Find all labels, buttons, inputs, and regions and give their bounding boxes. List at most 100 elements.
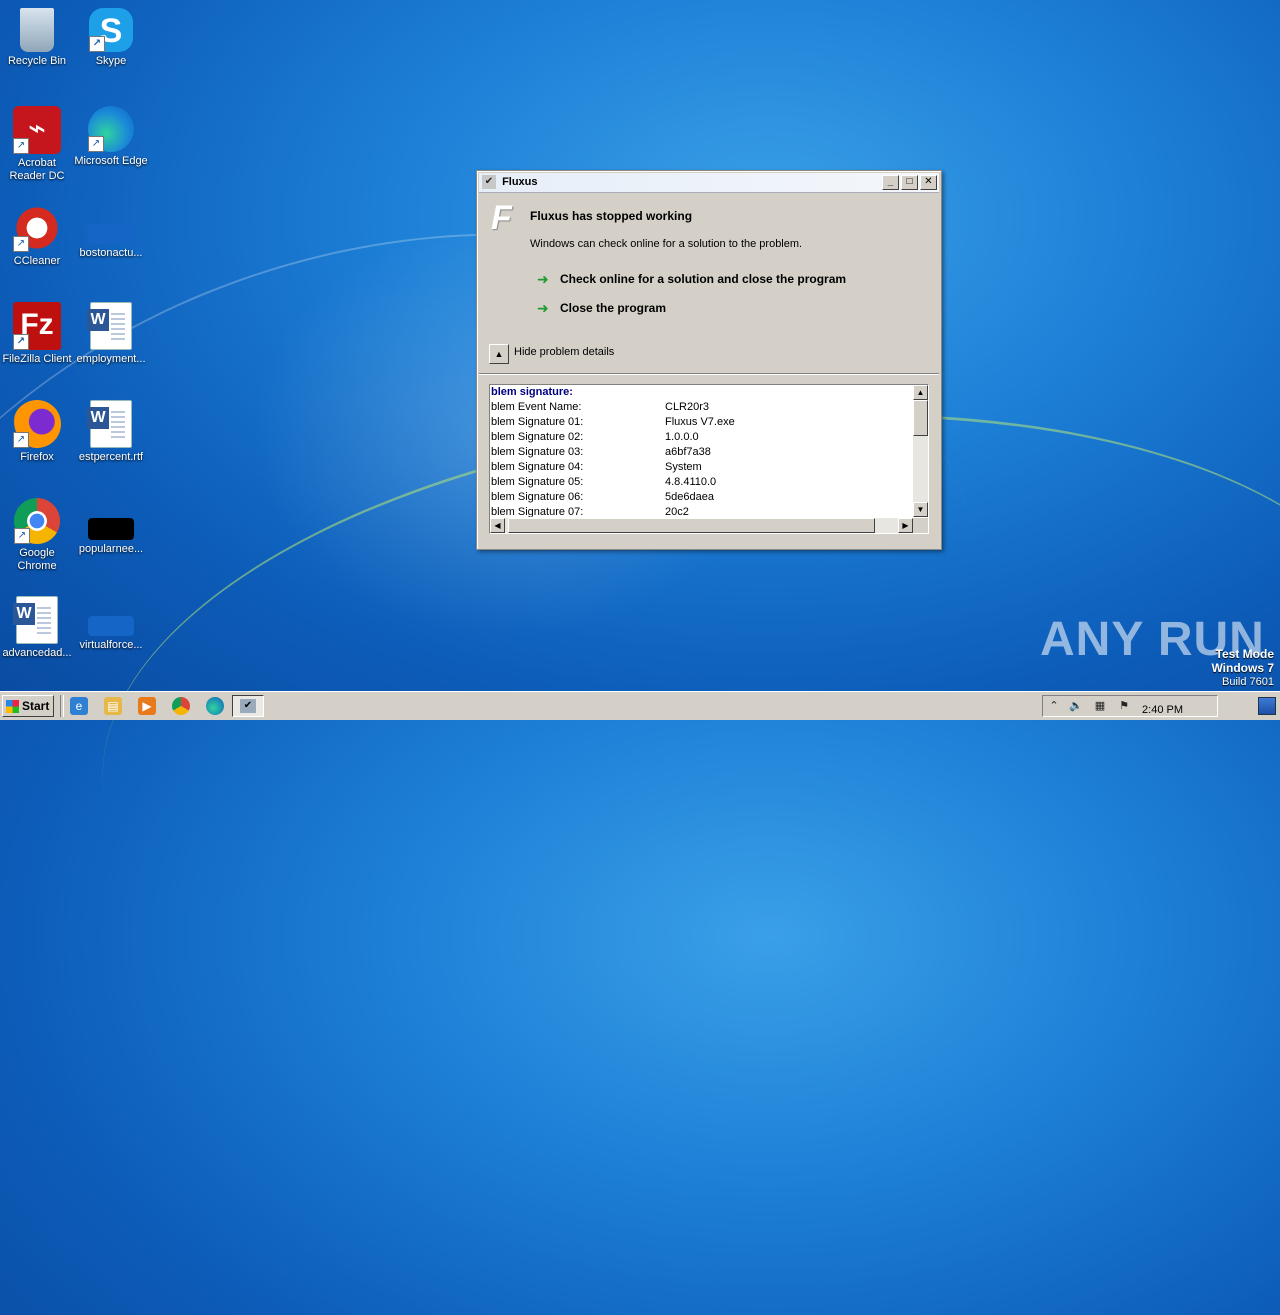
desktop-icon-acrobat[interactable]: ⌁ ↗ Acrobat Reader DC [0, 106, 74, 183]
green-arrow-icon: ➜ [537, 300, 549, 316]
desktop-icon-label: Google Chrome [17, 547, 57, 572]
chrome-icon: ↗ [14, 498, 60, 544]
desktop-icon-filezilla[interactable]: Fz ↗ FileZilla Client [0, 302, 74, 366]
desktop-icon-label: Skype [95, 55, 127, 67]
vertical-scrollbar[interactable]: ▲ ▼ [913, 385, 928, 517]
detail-row: blem Signature 04: System [491, 461, 702, 473]
desktop-icon-label: advancedad... [2, 647, 72, 659]
start-label: Start [22, 699, 50, 713]
shortcut-arrow-icon: ↗ [13, 432, 29, 448]
desktop-icon-recycle-bin[interactable]: Recycle Bin [0, 8, 74, 68]
scroll-up-button[interactable]: ▲ [913, 385, 928, 400]
hide-details-label[interactable]: Hide problem details [514, 346, 614, 358]
desktop-icon-firefox[interactable]: ↗ Firefox [0, 400, 74, 464]
app-icon: ✔ [482, 175, 496, 190]
desktop-icon-label: Microsoft Edge [74, 155, 148, 167]
desktop-icon-label: bostonactu... [79, 247, 143, 259]
volume-icon[interactable]: 🔈 [1069, 699, 1083, 713]
recycle-bin-icon [20, 8, 54, 52]
app-large-icon: F [491, 199, 512, 237]
horizontal-scrollbar[interactable]: ◀ ▶ [490, 518, 913, 533]
desktop-icon-label: popularnee... [78, 543, 144, 555]
taskbar-item-fluxus[interactable]: ✔ [232, 695, 264, 717]
desktop-icon-ccleaner[interactable]: ↗ CCleaner [0, 204, 74, 268]
show-desktop-button[interactable] [1258, 697, 1276, 715]
close-button[interactable]: ✕ [920, 175, 937, 190]
close-program-label: Close the program [560, 301, 667, 315]
scroll-right-button[interactable]: ▶ [898, 518, 913, 533]
filezilla-icon: Fz ↗ [13, 302, 61, 350]
vertical-scroll-thumb[interactable] [913, 400, 928, 436]
action-center-flag-icon[interactable]: ⚑ [1117, 699, 1131, 713]
desktop-icon-bostonactu[interactable]: bostonactu... [74, 204, 148, 260]
hide-details-toggle[interactable]: ▲ [489, 344, 509, 364]
desktop-icon-edge[interactable]: ↗ Microsoft Edge [74, 106, 148, 168]
scroll-left-button[interactable]: ◀ [490, 518, 505, 533]
error-dialog: ✔ Fluxus _ □ ✕ F Fluxus has stopped work… [476, 170, 942, 550]
desktop-icon-skype[interactable]: S ↗ Skype [74, 8, 148, 68]
close-program-button[interactable]: ➜ Close the program [537, 301, 666, 315]
file-icon [88, 518, 134, 540]
minimize-button[interactable]: _ [882, 175, 899, 190]
test-mode-notice: Test Mode Windows 7 Build 7601 [1211, 647, 1274, 689]
green-arrow-icon: ➜ [537, 271, 549, 287]
desktop-icon-label: Acrobat Reader DC [9, 157, 65, 182]
word-doc-icon: W [13, 596, 58, 644]
check-online-label: Check online for a solution and close th… [560, 272, 847, 286]
taskbar-divider [60, 695, 64, 717]
dialog-heading: Fluxus has stopped working [530, 209, 693, 223]
desktop-icon-virtualforce[interactable]: virtualforce... [74, 596, 148, 652]
shortcut-arrow-icon: ↗ [13, 138, 29, 154]
desktop-icon-employment[interactable]: W employment... [74, 302, 148, 366]
file-icon [88, 616, 134, 636]
problem-details-box[interactable]: blem signature: blem Event Name: CLR20r3 … [489, 384, 929, 534]
shortcut-arrow-icon: ↗ [14, 528, 30, 544]
start-button[interactable]: Start [2, 695, 54, 717]
windows-logo-icon [6, 699, 19, 713]
media-player-icon[interactable]: ▶ [138, 697, 156, 715]
shortcut-arrow-icon: ↗ [13, 236, 29, 252]
scroll-down-button[interactable]: ▼ [913, 502, 928, 517]
system-tray: ⌃ 🔈 ▦ ⚑ 2:40 PM [1042, 695, 1218, 717]
maximize-button[interactable]: □ [901, 175, 918, 190]
desktop-icon-advancedad[interactable]: W advancedad... [0, 596, 74, 660]
firefox-icon: ↗ [13, 400, 61, 448]
desktop-icon-label: Recycle Bin [7, 55, 67, 67]
detail-row: blem Event Name: CLR20r3 [491, 401, 710, 413]
file-explorer-icon[interactable]: ▤ [104, 697, 122, 715]
edge-taskbar-icon[interactable] [206, 697, 224, 715]
skype-icon: S ↗ [89, 8, 133, 52]
tray-expand-icon[interactable]: ⌃ [1047, 699, 1061, 713]
desktop-icon-estpercent[interactable]: W estpercent.rtf [74, 400, 148, 464]
dialog-title: Fluxus [502, 176, 538, 188]
desktop-icon-label: Firefox [20, 451, 54, 463]
chrome-taskbar-icon[interactable] [172, 697, 190, 715]
scroll-corner [913, 518, 928, 533]
dialog-titlebar[interactable]: ✔ Fluxus _ □ ✕ [479, 173, 939, 193]
detail-row: blem Signature 02: 1.0.0.0 [491, 431, 699, 443]
separator [479, 373, 939, 375]
internet-explorer-icon[interactable]: e [70, 697, 88, 715]
build-line: Build 7601 [1222, 676, 1274, 688]
detail-row: blem Signature 03: a6bf7a38 [491, 446, 711, 458]
desktop-icon-popularnee[interactable]: popularnee... [74, 498, 148, 556]
desktop-icon-label: CCleaner [13, 255, 61, 267]
edge-icon: ↗ [88, 106, 134, 152]
network-icon[interactable]: ▦ [1093, 699, 1107, 713]
dialog-subtext: Windows can check online for a solution … [530, 238, 803, 250]
desktop-icon-label: virtualforce... [79, 639, 143, 651]
clock[interactable]: 2:40 PM [1142, 700, 1183, 720]
detail-row: blem Signature 05: 4.8.4110.0 [491, 476, 717, 488]
desktop-icon-chrome[interactable]: ↗ Google Chrome [0, 498, 74, 573]
shortcut-arrow-icon: ↗ [13, 334, 29, 350]
details-header: blem signature: [491, 386, 573, 398]
fluxus-app-icon: ✔ [240, 699, 256, 713]
shortcut-arrow-icon: ↗ [89, 36, 105, 52]
check-online-button[interactable]: ➜ Check online for a solution and close … [537, 272, 846, 286]
detail-row: blem Signature 06: 5de6daea [491, 491, 714, 503]
desktop-icon-label: estpercent.rtf [78, 451, 144, 463]
os-name-line: Windows 7 [1211, 661, 1274, 675]
detail-row: blem Signature 01: Fluxus V7.exe [491, 416, 735, 428]
horizontal-scroll-thumb[interactable] [508, 518, 875, 533]
acrobat-icon: ⌁ ↗ [13, 106, 61, 154]
